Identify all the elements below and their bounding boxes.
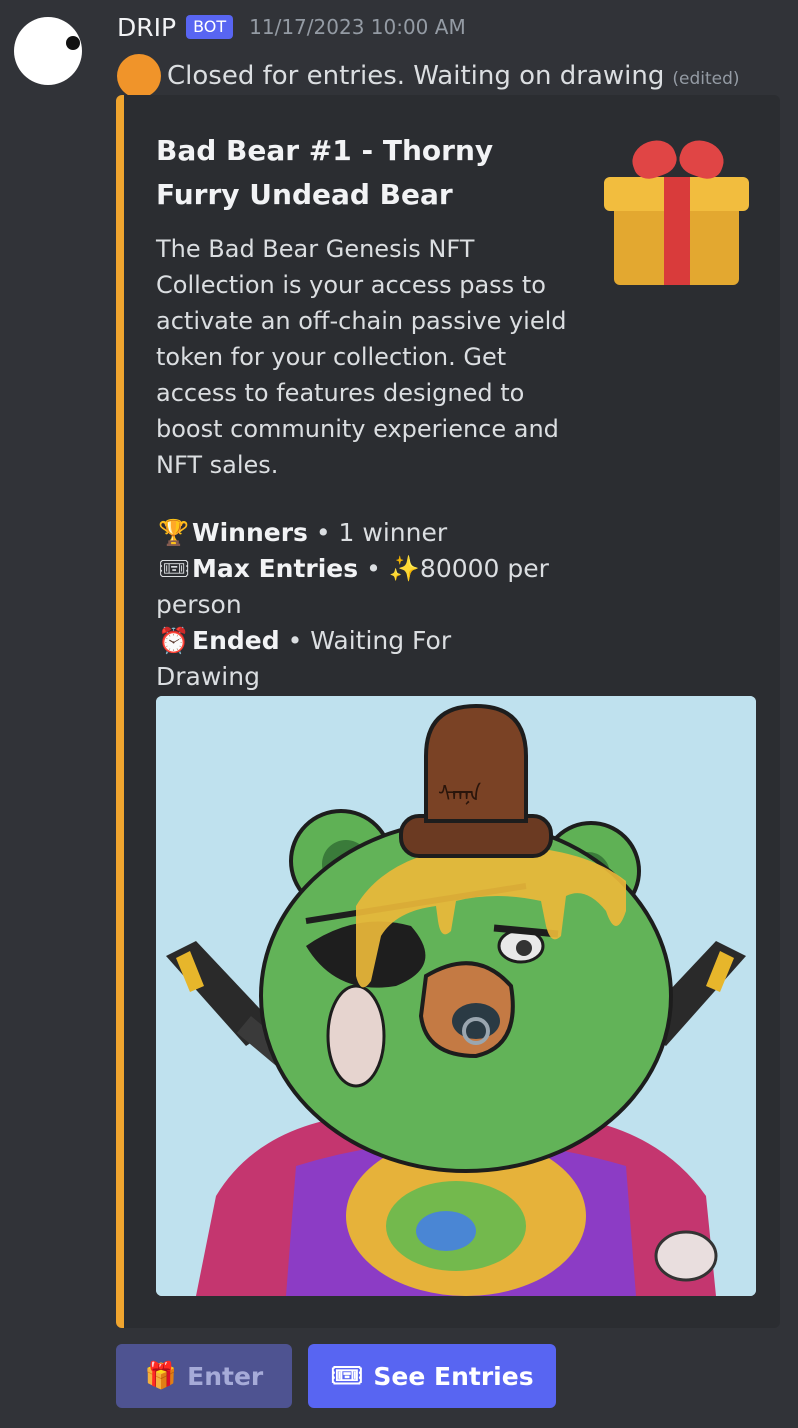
field-value: 1 winner: [338, 518, 448, 547]
bot-avatar[interactable]: [14, 17, 82, 85]
embed-description: The Bad Bear Genesis NFT Collection is y…: [156, 235, 567, 479]
status-text: Closed for entries. Waiting on drawing: [167, 61, 665, 91]
gift-icon: 🎁: [144, 1361, 178, 1391]
alarm-clock-icon: ⏰: [158, 626, 190, 655]
svg-text:ᠰᠠᠨᠨᠠ: ᠰᠠᠨᠨᠠ: [438, 782, 482, 807]
field-winners: 🏆Winners • 1 winner: [156, 515, 556, 551]
field-max-entries: 🎟Max Entries • ✨80000 per person: [156, 551, 556, 623]
trophy-icon: 🏆: [158, 518, 190, 547]
nft-bear-image[interactable]: ᠰᠠᠨᠨᠠ: [156, 696, 756, 1296]
field-separator: •: [358, 554, 389, 583]
see-entries-button[interactable]: 🎟 See Entries: [308, 1344, 556, 1408]
giveaway-embed: Bad Bear #1 - Thorny Furry Undead Bear T…: [116, 95, 780, 1328]
field-separator: •: [307, 518, 339, 547]
field-label: Max Entries: [192, 554, 359, 583]
enter-button-label: Enter: [187, 1361, 264, 1391]
enter-button[interactable]: 🎁 Enter: [116, 1344, 292, 1408]
see-entries-button-label: See Entries: [373, 1361, 534, 1391]
field-separator: •: [279, 626, 311, 655]
gift-thumbnail-icon: [602, 134, 757, 290]
message-header: DRIP BOT 11/17/2023 10:00 AM: [117, 10, 466, 44]
message-content: Closed for entries. Waiting on drawing (…: [117, 54, 740, 98]
message-timestamp: 11/17/2023 10:00 AM: [249, 15, 466, 39]
orange-circle-icon: [117, 54, 161, 98]
field-label: Ended: [192, 626, 280, 655]
field-label: Winners: [192, 518, 308, 547]
ticket-icon: 🎟: [330, 1361, 364, 1391]
edited-label: (edited): [672, 69, 740, 89]
embed-fields: 🏆Winners • 1 winner 🎟Max Entries • ✨8000…: [156, 515, 556, 695]
ticket-icon: 🎟: [158, 554, 190, 583]
field-ended: ⏰Ended • Waiting For Drawing: [156, 623, 556, 695]
bot-badge: BOT: [186, 15, 234, 39]
embed-title: Bad Bear #1 - Thorny Furry Undead Bear: [156, 134, 494, 211]
username[interactable]: DRIP: [117, 13, 176, 42]
